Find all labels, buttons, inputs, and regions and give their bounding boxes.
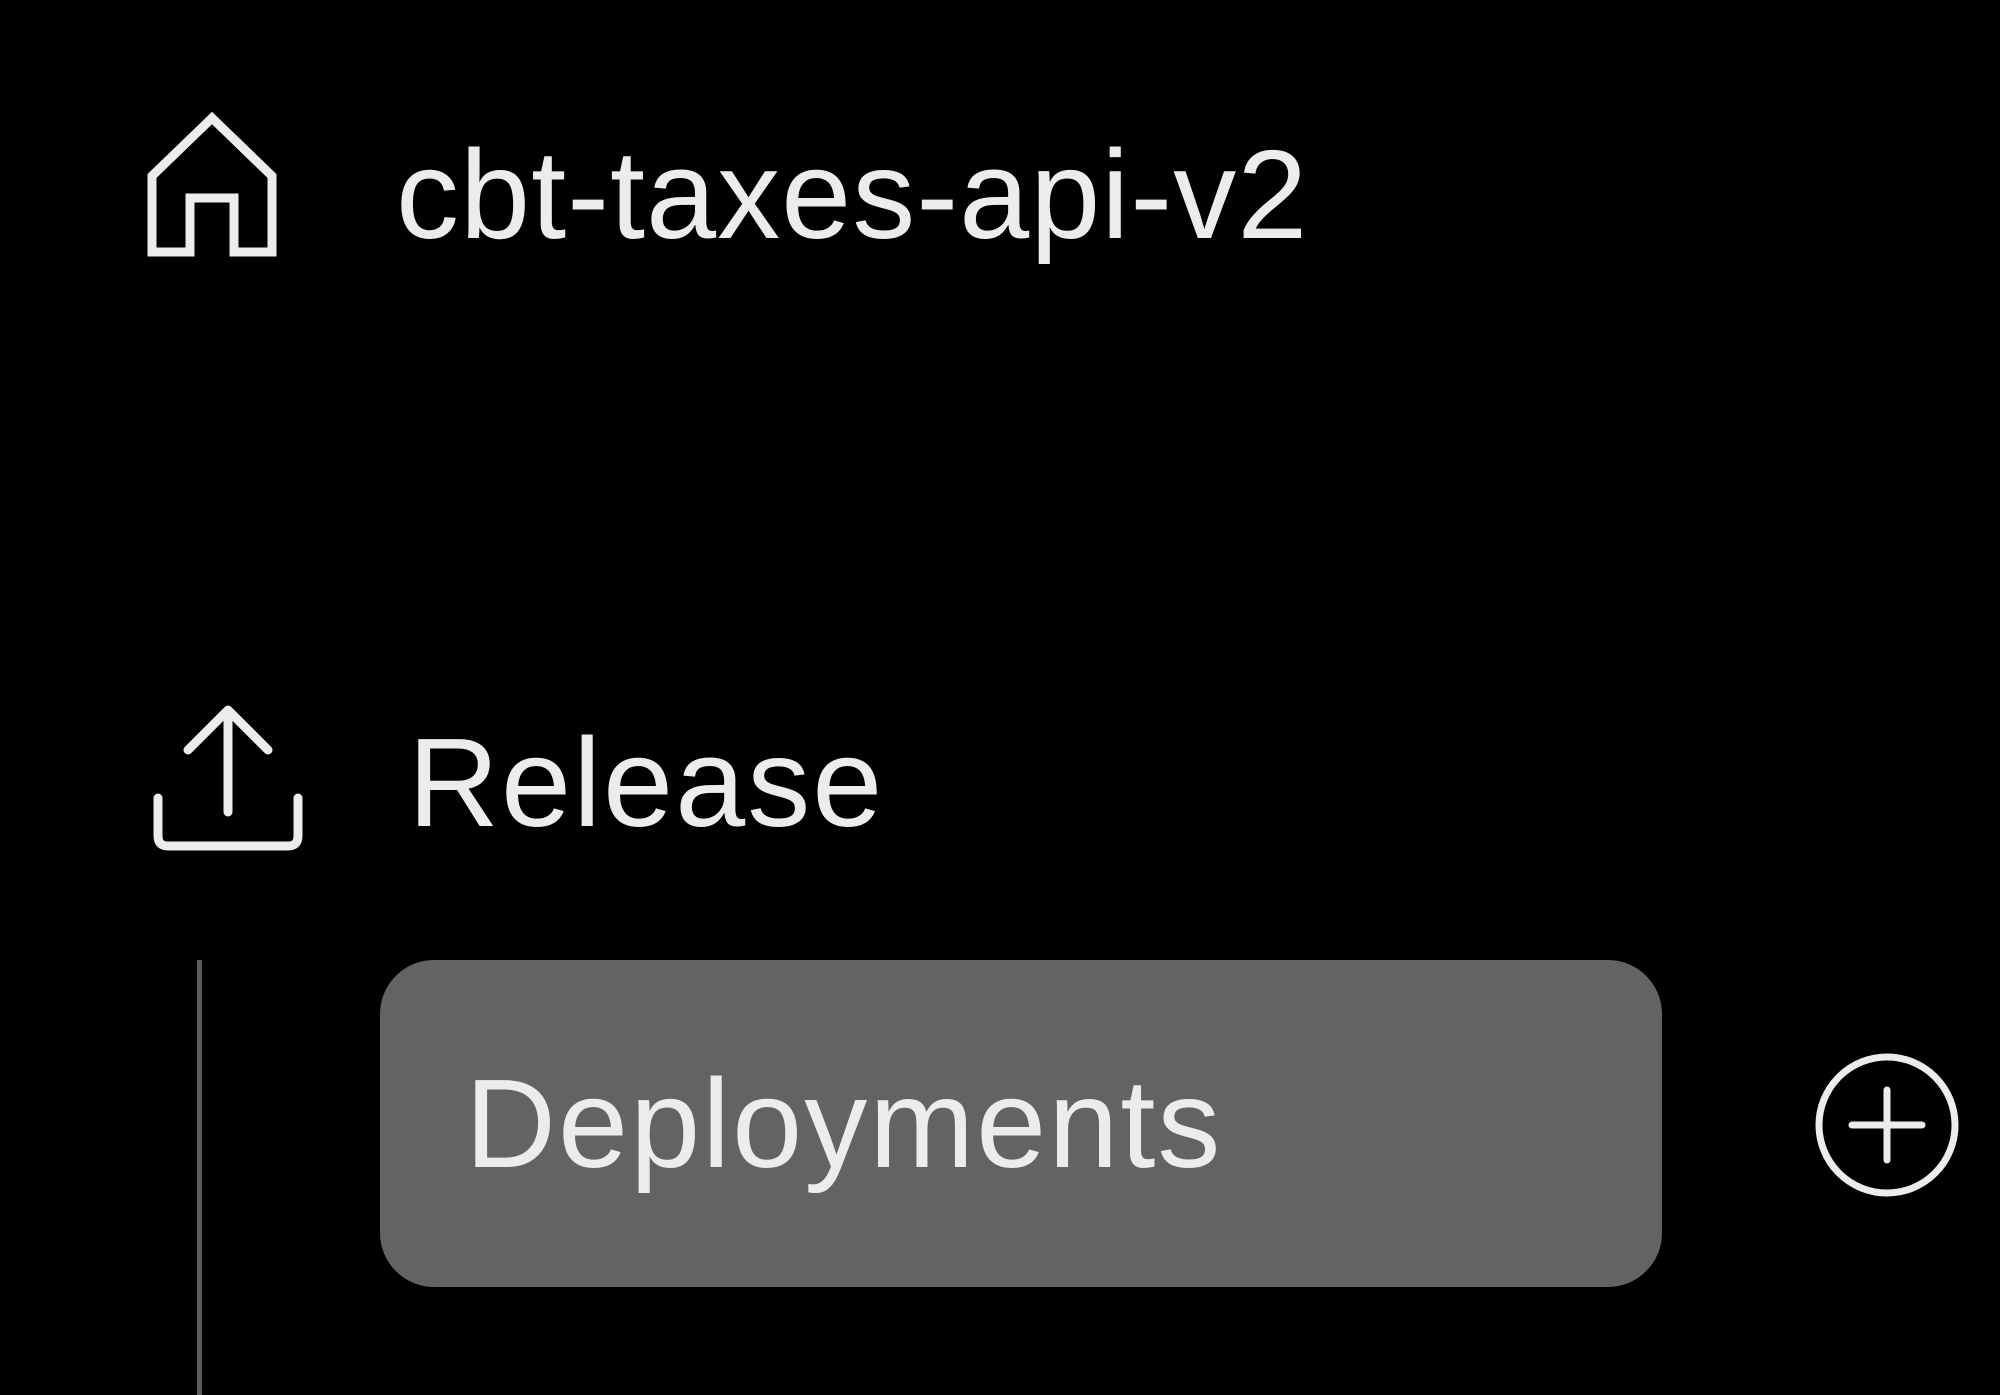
sidebar-item-deployments[interactable]: Deployments bbox=[380, 960, 1662, 1287]
sidebar-item-label: Deployments bbox=[465, 1053, 1223, 1194]
upload-icon bbox=[152, 700, 304, 852]
add-circle-icon bbox=[1814, 1052, 1960, 1203]
tree-connector-line bbox=[197, 960, 202, 1395]
home-icon bbox=[142, 111, 282, 258]
section-label-release: Release bbox=[408, 712, 885, 853]
project-name: cbt-taxes-api-v2 bbox=[396, 124, 1309, 265]
add-deployment-button[interactable] bbox=[1814, 1052, 1960, 1198]
